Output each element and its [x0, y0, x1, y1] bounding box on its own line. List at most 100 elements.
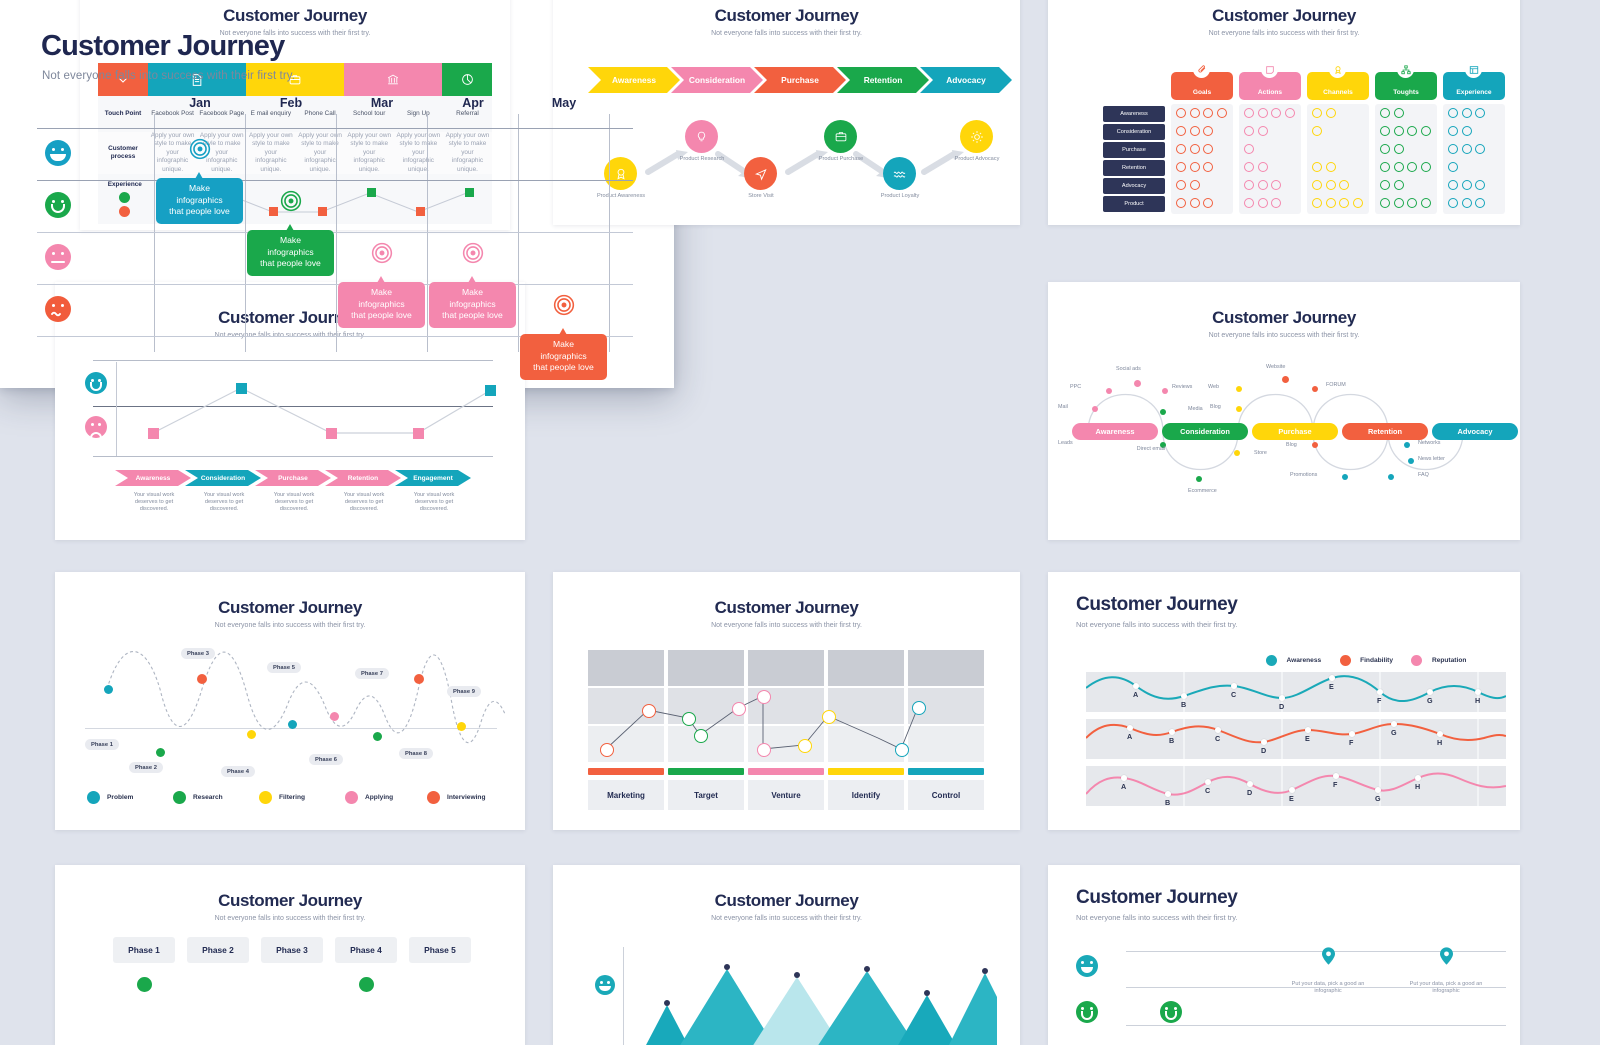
phase-label: Phase 4 — [221, 766, 255, 777]
column-label-marketing[interactable]: Marketing — [588, 780, 664, 810]
slide-gallery: Customer Journey Not everyone falls into… — [0, 0, 1600, 1045]
data-point — [895, 743, 909, 757]
wave-point-label: A — [1121, 782, 1127, 791]
phase-card-3[interactable]: Phase 3 — [261, 937, 323, 963]
wave-point-label: E — [1289, 794, 1294, 803]
sad-face — [119, 206, 131, 218]
slide-phase-wave[interactable]: Customer Journey Not everyone falls into… — [55, 572, 525, 830]
data-point — [642, 704, 656, 718]
stage-awareness[interactable]: Awareness — [115, 470, 191, 486]
label-news-letter: News letter — [1418, 456, 1445, 462]
legend-swatch-reputation — [1411, 655, 1423, 667]
target-icon-may[interactable] — [553, 294, 575, 316]
table-icon — [1465, 61, 1482, 78]
matrix-ring — [1380, 144, 1390, 154]
slide-triangle-peaks[interactable]: Customer Journey Not everyone falls into… — [553, 865, 1020, 1045]
matrix-ring — [1475, 180, 1485, 190]
phase-dot — [137, 977, 152, 992]
slide-column-scatter[interactable]: Customer Journey Not everyone falls into… — [553, 572, 1020, 830]
phase-label: Phase 8 — [399, 748, 433, 759]
wave-point — [1261, 739, 1267, 745]
stage-advocacy[interactable]: Advocacy — [920, 67, 1012, 93]
stage-caption: Your visual work deserves to get discove… — [413, 492, 455, 512]
wave-point-label: B — [1181, 700, 1187, 709]
wave-point — [1391, 721, 1397, 727]
matrix-ring — [1203, 144, 1213, 154]
phase-card-2[interactable]: Phase 2 — [187, 937, 249, 963]
slide-phase-cards[interactable]: Customer Journey Not everyone falls into… — [55, 865, 525, 1045]
slide-map-pins[interactable]: Customer Journey Not everyone falls into… — [1048, 865, 1520, 1045]
phase-card-1[interactable]: Phase 1 — [113, 937, 175, 963]
matrix-ring — [1244, 198, 1254, 208]
callout-apr[interactable]: Make infographics that people love — [429, 276, 516, 328]
node-store-visit[interactable] — [744, 157, 777, 190]
page-subtitle: Not everyone falls into success with the… — [711, 622, 862, 629]
column-label-venture[interactable]: Venture — [748, 780, 824, 810]
wave-point-label: C — [1231, 690, 1237, 699]
badge-icon — [1329, 61, 1346, 78]
wave-point-label: H — [1437, 738, 1443, 747]
matrix-ring — [1244, 180, 1254, 190]
node-product-loyalty[interactable] — [883, 157, 916, 190]
target-icon-jan[interactable] — [189, 138, 211, 160]
page-subtitle: Not everyone falls into success with the… — [214, 622, 366, 629]
stage-awareness[interactable]: Awareness — [588, 67, 680, 93]
legend-swatch-findability — [1339, 655, 1351, 667]
stage-retention[interactable]: Retention — [837, 67, 929, 93]
target-icon-mar[interactable] — [371, 242, 393, 264]
column-label-target[interactable]: Target — [668, 780, 744, 810]
slide-matrix[interactable]: Customer Journey Not everyone falls into… — [1048, 0, 1520, 225]
label-ecommerce: Ecommerce — [1188, 488, 1217, 494]
matrix-ring — [1393, 162, 1404, 172]
matrix-ring — [1176, 162, 1186, 172]
wave-lines — [1086, 672, 1506, 807]
slide-journey-curve[interactable]: Customer Journey Not everyone falls into… — [1048, 282, 1520, 540]
phase-dot — [359, 977, 374, 992]
column-label-identify[interactable]: Identify — [828, 780, 904, 810]
stage-retention[interactable]: Retention — [1342, 423, 1428, 440]
page-subtitle: Not everyone falls into success with the… — [42, 70, 296, 82]
target-icon-apr[interactable] — [462, 242, 484, 264]
callout-jan[interactable]: Make infographics that people love — [156, 172, 243, 224]
legend-label-applying: Applying — [365, 794, 394, 801]
target-icon-feb[interactable] — [280, 190, 302, 212]
stage-retention[interactable]: Retention — [325, 470, 401, 486]
callout-mar[interactable]: Make infographics that people love — [338, 276, 425, 328]
callout-may[interactable]: Make infographics that people love — [520, 328, 607, 380]
wavy-mouth-icon — [51, 311, 61, 317]
callout-feb[interactable]: Make infographics that people love — [247, 224, 334, 276]
stage-awareness[interactable]: Awareness — [1072, 423, 1158, 440]
wave-point — [1133, 683, 1139, 689]
stage-consideration[interactable]: Consideration — [671, 67, 763, 93]
stage-purchase[interactable]: Purchase — [1252, 423, 1338, 440]
pie-chart-icon — [442, 63, 493, 96]
legend-label-interviewing: Interviewing — [447, 794, 486, 801]
label-leads: Leads — [1058, 440, 1073, 446]
map-pin-icon[interactable] — [1322, 947, 1335, 965]
stage-engagement[interactable]: Engagement — [395, 470, 471, 486]
phase-label: Phase 2 — [129, 762, 163, 773]
stage-purchase[interactable]: Purchase — [754, 67, 846, 93]
label-networks: Networks — [1418, 440, 1441, 446]
node-product-advocacy[interactable] — [960, 120, 993, 153]
stage-advocacy[interactable]: Advocacy — [1432, 423, 1518, 440]
stage-purchase[interactable]: Purchase — [255, 470, 331, 486]
matrix-ring — [1176, 126, 1186, 136]
wave-point-label: F — [1377, 696, 1382, 705]
matrix-ring — [1312, 198, 1322, 208]
matrix-ring — [1325, 198, 1336, 208]
point-phase-8 — [414, 674, 424, 684]
column-label-control[interactable]: Control — [908, 780, 984, 810]
wave-point-label: E — [1329, 682, 1334, 691]
slide-wave-bands[interactable]: Customer Journey Not everyone falls into… — [1048, 572, 1520, 830]
phase-card-4[interactable]: Phase 4 — [335, 937, 397, 963]
stage-consideration[interactable]: Consideration — [185, 470, 261, 486]
node-product-purchase[interactable] — [824, 120, 857, 153]
page-subtitle: Not everyone falls into success with the… — [1208, 332, 1360, 339]
map-pin-icon[interactable] — [1440, 947, 1453, 965]
matrix-ring — [1244, 126, 1254, 136]
stage-consideration[interactable]: Consideration — [1162, 423, 1248, 440]
phase-card-5[interactable]: Phase 5 — [409, 937, 471, 963]
matrix-ring — [1312, 108, 1322, 118]
node-product-research[interactable] — [685, 120, 718, 153]
